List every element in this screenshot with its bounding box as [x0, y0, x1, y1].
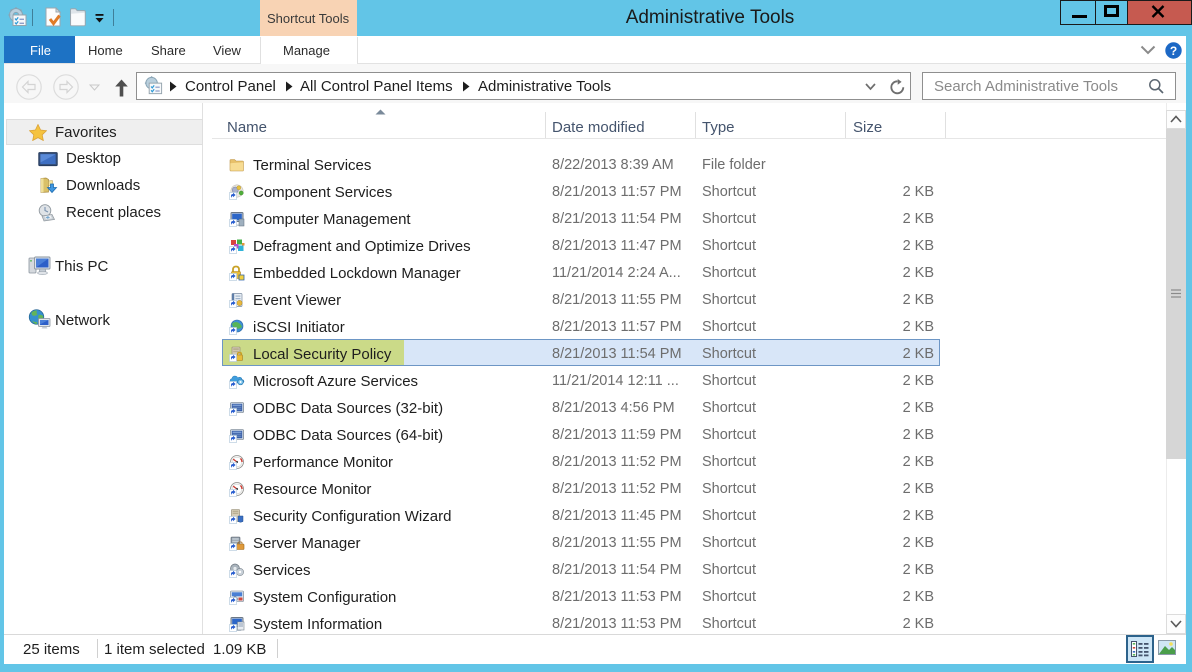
svg-text:?: ?: [1170, 44, 1177, 58]
